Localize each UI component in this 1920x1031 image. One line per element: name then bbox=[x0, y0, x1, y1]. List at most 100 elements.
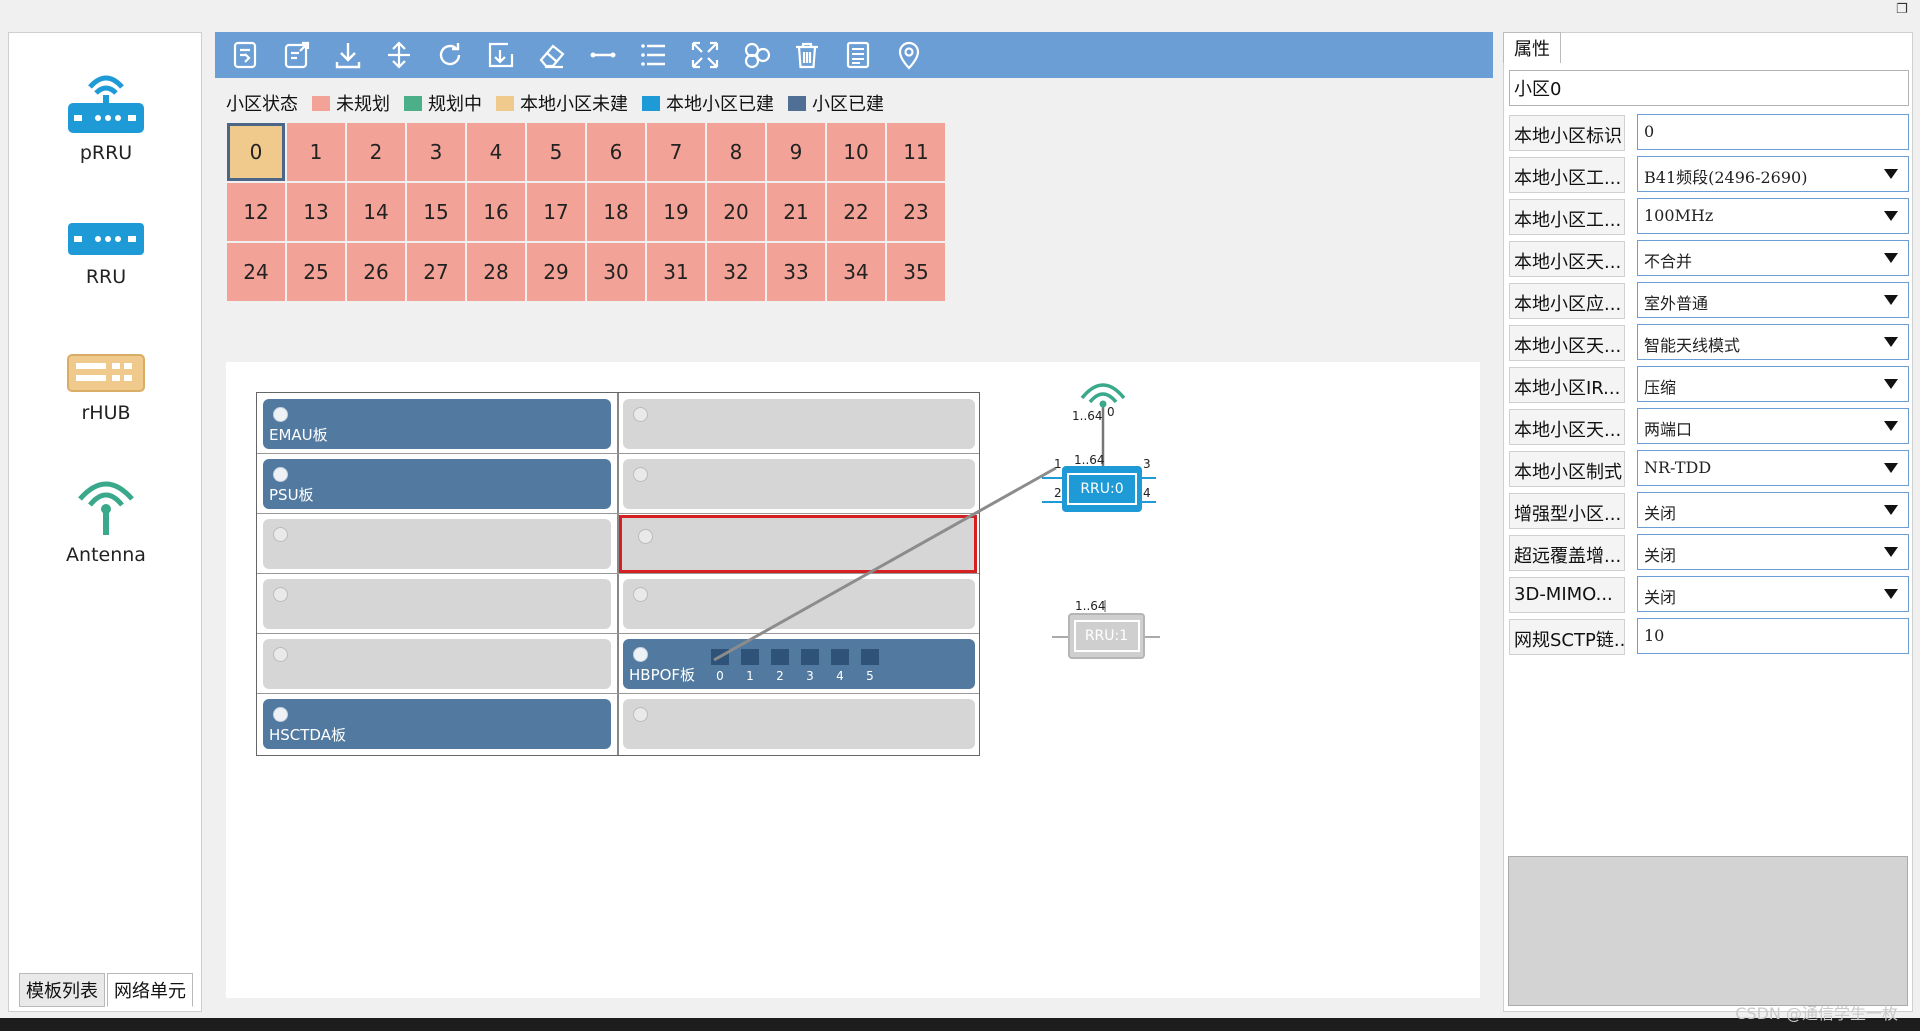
fit-screen-button[interactable] bbox=[688, 38, 722, 72]
cell-28[interactable]: 28 bbox=[467, 243, 525, 301]
cell-15[interactable]: 15 bbox=[407, 183, 465, 241]
cell-20[interactable]: 20 bbox=[707, 183, 765, 241]
delete-button[interactable] bbox=[790, 38, 824, 72]
cell-22[interactable]: 22 bbox=[827, 183, 885, 241]
property-dropdown[interactable]: 关闭 bbox=[1637, 534, 1909, 570]
antenna-node-icon[interactable] bbox=[1076, 376, 1130, 410]
rack-divider bbox=[257, 573, 979, 574]
link-button[interactable] bbox=[586, 38, 620, 72]
palette-item-antenna[interactable]: Antenna bbox=[9, 473, 203, 566]
cell-35[interactable]: 35 bbox=[887, 243, 945, 301]
slot-empty[interactable] bbox=[623, 579, 975, 629]
port-4[interactable] bbox=[831, 649, 849, 665]
cell-32[interactable]: 32 bbox=[707, 243, 765, 301]
cell-23[interactable]: 23 bbox=[887, 183, 945, 241]
cell-2[interactable]: 2 bbox=[347, 123, 405, 181]
slot-empty[interactable] bbox=[263, 519, 611, 569]
property-dropdown[interactable]: 室外普通 bbox=[1637, 282, 1909, 318]
slot-empty[interactable] bbox=[623, 459, 975, 509]
cell-33[interactable]: 33 bbox=[767, 243, 825, 301]
import-config-button[interactable] bbox=[229, 38, 263, 72]
property-dropdown[interactable]: 关闭 bbox=[1637, 492, 1909, 528]
cell-16[interactable]: 16 bbox=[467, 183, 525, 241]
eraser-button[interactable] bbox=[535, 38, 569, 72]
cell-1[interactable]: 1 bbox=[287, 123, 345, 181]
legend-label: 小区已建 bbox=[812, 94, 884, 115]
cell-21[interactable]: 21 bbox=[767, 183, 825, 241]
slot-psu[interactable]: PSU板 bbox=[263, 459, 611, 509]
legend-swatch bbox=[788, 95, 806, 111]
port-0[interactable] bbox=[711, 649, 729, 665]
palette-item-rhub[interactable]: rHUB bbox=[9, 351, 203, 424]
sync-button[interactable] bbox=[382, 38, 416, 72]
cell-11[interactable]: 11 bbox=[887, 123, 945, 181]
property-row: 本地小区天... 不合并 bbox=[1509, 240, 1909, 278]
cell-4[interactable]: 4 bbox=[467, 123, 525, 181]
tab-network-elements[interactable]: 网络单元 bbox=[107, 973, 193, 1007]
slot-empty[interactable] bbox=[263, 639, 611, 689]
slot-empty[interactable] bbox=[263, 579, 611, 629]
cell-7[interactable]: 7 bbox=[647, 123, 705, 181]
document-button[interactable] bbox=[841, 38, 875, 72]
cell-9[interactable]: 9 bbox=[767, 123, 825, 181]
board-label: HSCTDA板 bbox=[269, 726, 346, 744]
property-input[interactable]: 0 bbox=[1637, 114, 1909, 150]
cell-10[interactable]: 10 bbox=[827, 123, 885, 181]
property-dropdown[interactable]: 两端口 bbox=[1637, 408, 1909, 444]
slot-empty[interactable] bbox=[623, 699, 975, 749]
cell-18[interactable]: 18 bbox=[587, 183, 645, 241]
cell-34[interactable]: 34 bbox=[827, 243, 885, 301]
palette-label: Antenna bbox=[66, 544, 146, 566]
palette-item-rru[interactable]: RRU bbox=[9, 219, 203, 288]
slot-selected[interactable] bbox=[619, 515, 977, 573]
slot-hsctda[interactable]: HSCTDA板 bbox=[263, 699, 611, 749]
cell-5[interactable]: 5 bbox=[527, 123, 585, 181]
cell-17[interactable]: 17 bbox=[527, 183, 585, 241]
cell-19[interactable]: 19 bbox=[647, 183, 705, 241]
cell-6[interactable]: 6 bbox=[587, 123, 645, 181]
slot-hbpof[interactable]: HBPOF板 0 1 2 3 4 5 bbox=[623, 639, 975, 689]
download-button[interactable] bbox=[331, 38, 365, 72]
property-label: 本地小区天... bbox=[1509, 241, 1625, 277]
cell-26[interactable]: 26 bbox=[347, 243, 405, 301]
location-button[interactable] bbox=[892, 38, 926, 72]
port-2[interactable] bbox=[771, 649, 789, 665]
slot-empty[interactable] bbox=[623, 399, 975, 449]
list-button[interactable] bbox=[637, 38, 671, 72]
apply-button[interactable] bbox=[484, 38, 518, 72]
restore-window-icon[interactable]: ❐ bbox=[1896, 2, 1912, 18]
rru0-node[interactable]: RRU:0 bbox=[1062, 466, 1142, 512]
palette-item-prru[interactable]: pRRU bbox=[9, 65, 203, 164]
rru1-node[interactable]: RRU:1 bbox=[1068, 613, 1145, 659]
cell-12[interactable]: 12 bbox=[227, 183, 285, 241]
property-dropdown[interactable]: 100MHz bbox=[1637, 198, 1909, 234]
cell-29[interactable]: 29 bbox=[527, 243, 585, 301]
cell-31[interactable]: 31 bbox=[647, 243, 705, 301]
tab-template-list[interactable]: 模板列表 bbox=[19, 973, 105, 1007]
property-dropdown[interactable]: B41频段(2496-2690) bbox=[1637, 156, 1909, 192]
cell-14[interactable]: 14 bbox=[347, 183, 405, 241]
cell-13[interactable]: 13 bbox=[287, 183, 345, 241]
tab-properties[interactable]: 属性 bbox=[1503, 32, 1561, 63]
slot-emau[interactable]: EMAU板 bbox=[263, 399, 611, 449]
port-3[interactable] bbox=[801, 649, 819, 665]
port-1[interactable] bbox=[741, 649, 759, 665]
cell-27[interactable]: 27 bbox=[407, 243, 465, 301]
property-dropdown[interactable]: 不合并 bbox=[1637, 240, 1909, 276]
cell-name-field[interactable]: 小区0 bbox=[1509, 70, 1909, 106]
property-dropdown[interactable]: 压缩 bbox=[1637, 366, 1909, 402]
cell-24[interactable]: 24 bbox=[227, 243, 285, 301]
property-input[interactable]: 10 bbox=[1637, 618, 1909, 654]
property-dropdown[interactable]: 智能天线模式 bbox=[1637, 324, 1909, 360]
property-dropdown[interactable]: NR-TDD bbox=[1637, 450, 1909, 486]
property-dropdown[interactable]: 关闭 bbox=[1637, 576, 1909, 612]
cell-0[interactable]: 0 bbox=[227, 123, 285, 181]
cell-3[interactable]: 3 bbox=[407, 123, 465, 181]
port-5[interactable] bbox=[861, 649, 879, 665]
refresh-button[interactable] bbox=[433, 38, 467, 72]
export-config-button[interactable] bbox=[280, 38, 314, 72]
cell-25[interactable]: 25 bbox=[287, 243, 345, 301]
cell-30[interactable]: 30 bbox=[587, 243, 645, 301]
cell-8[interactable]: 8 bbox=[707, 123, 765, 181]
topology-button[interactable] bbox=[739, 38, 773, 72]
